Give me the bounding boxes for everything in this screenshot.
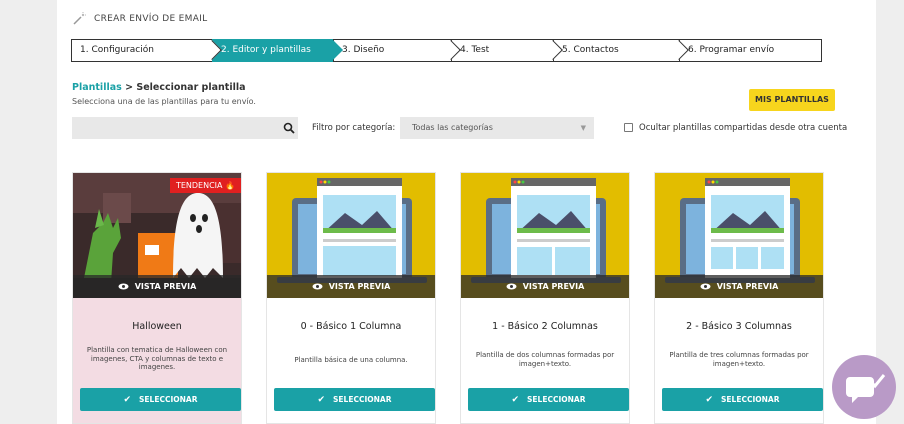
eye-icon [700, 283, 711, 290]
chat-bubble-icon [846, 374, 886, 403]
hide-shared-checkbox[interactable] [624, 123, 633, 132]
template-card-basico-1: VISTA PREVIA 0 - Básico 1 Columna Planti… [266, 172, 436, 424]
check-icon: ✔ [705, 395, 714, 405]
template-description: Plantilla de tres columnas formadas por … [669, 351, 809, 368]
page-header: CREAR ENVÍO DE EMAIL [72, 12, 207, 26]
select-template-button[interactable]: ✔ SELECCIONAR [274, 388, 435, 411]
template-title: 0 - Básico 1 Columna [300, 321, 402, 332]
template-title: 1 - Básico 2 Columnas [492, 321, 598, 332]
preview-overlay[interactable]: VISTA PREVIA [73, 275, 241, 298]
page-title: CREAR ENVÍO DE EMAIL [94, 14, 208, 24]
template-thumbnail[interactable]: TENDENCIA 🔥 VISTA PREVIA [73, 173, 241, 298]
select-template-button[interactable]: ✔ SELECCIONAR [662, 388, 823, 411]
template-card-basico-3: VISTA PREVIA 2 - Básico 3 Columnas Plant… [654, 172, 824, 424]
eye-icon [118, 283, 129, 290]
trend-badge: TENDENCIA 🔥 [169, 178, 241, 193]
preview-overlay[interactable]: VISTA PREVIA [655, 275, 823, 298]
step-configuracion[interactable]: 1. Configuración [71, 39, 222, 62]
template-thumbnail[interactable]: VISTA PREVIA [461, 173, 629, 298]
select-template-button[interactable]: ✔ SELECCIONAR [80, 388, 241, 411]
template-card-basico-2: VISTA PREVIA 1 - Básico 2 Columnas Plant… [460, 172, 630, 424]
eye-icon [506, 283, 517, 290]
step-test[interactable]: 4. Test [451, 39, 563, 62]
magic-wand-icon [73, 12, 86, 25]
hide-shared-label: Ocultar plantillas compartidas desde otr… [639, 123, 848, 133]
filter-label: Filtro por categoría: [312, 123, 396, 133]
category-select[interactable]: Todas las categorías ▼ [400, 117, 594, 139]
wizard-steps: 1. Configuración 2. Editor y plantillas … [71, 39, 822, 62]
fire-icon: 🔥 [225, 181, 235, 190]
search-icon[interactable] [283, 122, 295, 134]
mis-plantillas-button[interactable]: MIS PLANTILLAS [749, 89, 835, 111]
select-template-button[interactable]: ✔ SELECCIONAR [468, 388, 629, 411]
breadcrumb-link-plantillas[interactable]: Plantillas [72, 82, 122, 93]
preview-overlay[interactable]: VISTA PREVIA [267, 275, 435, 298]
breadcrumb: Plantillas > Seleccionar plantilla [72, 82, 246, 93]
template-thumbnail[interactable]: VISTA PREVIA [655, 173, 823, 298]
template-description: Plantilla de dos columnas formadas por i… [475, 351, 615, 368]
template-description: Plantilla básica de una columna. [294, 356, 408, 364]
breadcrumb-current: Seleccionar plantilla [136, 82, 246, 93]
template-title: 2 - Básico 3 Columnas [686, 321, 792, 332]
step-editor-plantillas[interactable]: 2. Editor y plantillas [212, 39, 343, 62]
eye-icon [312, 283, 323, 290]
chevron-down-icon: ▼ [580, 124, 586, 132]
step-contactos[interactable]: 5. Contactos [553, 39, 689, 62]
main-panel: CREAR ENVÍO DE EMAIL 1. Configuración 2.… [57, 0, 876, 424]
preview-overlay[interactable]: VISTA PREVIA [461, 275, 629, 298]
chat-button[interactable] [832, 355, 896, 419]
page-subtitle: Selecciona una de las plantillas para tu… [72, 97, 256, 106]
check-icon: ✔ [123, 395, 132, 405]
template-card-halloween: TENDENCIA 🔥 VISTA PREVIA Halloween Plant… [72, 172, 242, 424]
check-icon: ✔ [511, 395, 520, 405]
check-icon: ✔ [317, 395, 326, 405]
search-input[interactable] [72, 117, 298, 139]
template-description: Plantilla con tematica de Halloween con … [86, 346, 228, 371]
template-thumbnail[interactable]: VISTA PREVIA [267, 173, 435, 298]
step-diseno[interactable]: 3. Diseño [333, 39, 461, 62]
step-programar-envio[interactable]: 6. Programar envío [679, 39, 822, 62]
template-title: Halloween [132, 321, 182, 332]
